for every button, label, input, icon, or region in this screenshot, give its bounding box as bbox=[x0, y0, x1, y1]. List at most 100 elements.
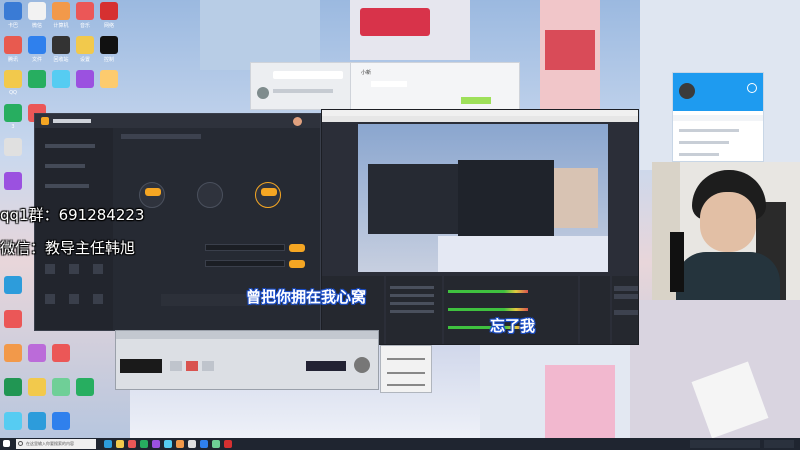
sidebar-grid-icon[interactable] bbox=[93, 294, 103, 304]
taskbar-app-icon[interactable] bbox=[152, 440, 160, 448]
qq-list-item[interactable] bbox=[679, 141, 729, 144]
desktop-shortcut-icon[interactable] bbox=[100, 70, 118, 88]
taskbar-search-box[interactable]: 在这里输入你要搜索的内容 bbox=[16, 439, 96, 449]
desktop-shortcut-icon[interactable] bbox=[4, 344, 22, 362]
popup-slider[interactable] bbox=[387, 358, 425, 360]
copy-key-button[interactable] bbox=[289, 260, 305, 268]
sidebar-item[interactable] bbox=[45, 144, 95, 148]
desktop-shortcut-icon[interactable] bbox=[76, 36, 94, 54]
audio-recorder-window[interactable] bbox=[115, 330, 379, 390]
desktop-shortcut-icon[interactable] bbox=[4, 310, 22, 328]
lyric-line-2: 忘了我 bbox=[490, 317, 536, 335]
desktop-shortcut-icon[interactable] bbox=[76, 2, 94, 20]
sidebar-grid-icon[interactable] bbox=[45, 264, 55, 274]
obs-preview-canvas[interactable] bbox=[358, 124, 608, 272]
obs-window[interactable] bbox=[321, 109, 639, 345]
source-list-item[interactable] bbox=[390, 286, 434, 289]
popup-slider[interactable] bbox=[387, 372, 425, 374]
qq-profile-avatar[interactable] bbox=[679, 83, 695, 99]
system-tray[interactable] bbox=[690, 440, 760, 448]
taskbar-app-icon[interactable] bbox=[164, 440, 172, 448]
copy-url-button[interactable] bbox=[289, 244, 305, 252]
desktop-shortcut-icon[interactable] bbox=[4, 138, 22, 156]
desktop-shortcut-icon[interactable] bbox=[28, 70, 46, 88]
taskbar-app-icon[interactable] bbox=[188, 440, 196, 448]
popup-slider[interactable] bbox=[387, 384, 425, 386]
taskbar-search-placeholder: 在这里输入你要搜索的内容 bbox=[26, 441, 74, 446]
chat-message-bubble-self bbox=[461, 97, 491, 104]
taskbar-app-icon[interactable] bbox=[176, 440, 184, 448]
qq-list-item[interactable] bbox=[679, 153, 719, 156]
source-list-item[interactable] bbox=[390, 310, 434, 313]
start-icon[interactable] bbox=[3, 440, 10, 447]
sidebar-item[interactable] bbox=[45, 164, 85, 168]
sidebar-grid-icon[interactable] bbox=[69, 264, 79, 274]
sidebar-grid-icon[interactable] bbox=[45, 294, 55, 304]
desktop-shortcut-icon[interactable] bbox=[4, 70, 22, 88]
desktop-shortcut-icon[interactable] bbox=[28, 36, 46, 54]
source-list-item[interactable] bbox=[390, 294, 434, 297]
obs-transitions-dock[interactable] bbox=[580, 276, 610, 344]
taskbar-app-icon[interactable] bbox=[224, 440, 232, 448]
taskbar-clock[interactable] bbox=[764, 440, 794, 448]
desktop-shortcut-icon[interactable] bbox=[52, 344, 70, 362]
desktop-shortcut-label: 腾讯 bbox=[7, 57, 18, 63]
sidebar-grid-icon[interactable] bbox=[93, 264, 103, 274]
taskbar-app-icon[interactable] bbox=[212, 440, 220, 448]
chat-search-input[interactable] bbox=[273, 71, 343, 79]
desktop-shortcut-icon[interactable] bbox=[4, 104, 22, 122]
user-avatar[interactable] bbox=[293, 117, 302, 126]
taskbar-app-icon[interactable] bbox=[200, 440, 208, 448]
play-button[interactable] bbox=[170, 361, 182, 371]
desktop-shortcut-icon[interactable] bbox=[52, 412, 70, 430]
recorder-tabs[interactable] bbox=[116, 331, 378, 339]
source-list-item[interactable] bbox=[390, 302, 434, 305]
desktop-shortcut-icon[interactable] bbox=[52, 70, 70, 88]
desktop-shortcut-icon[interactable] bbox=[76, 70, 94, 88]
desktop-shortcut-icon[interactable] bbox=[100, 2, 118, 20]
search-icon bbox=[18, 441, 23, 446]
taskbar-app-icon[interactable] bbox=[116, 440, 124, 448]
desktop-shortcut-icon[interactable] bbox=[76, 378, 94, 396]
sidebar-item[interactable] bbox=[45, 184, 89, 188]
chat-contact-avatar[interactable] bbox=[257, 87, 269, 99]
desktop-shortcut-icon[interactable] bbox=[52, 2, 70, 20]
chat-contact-row[interactable] bbox=[273, 89, 333, 93]
desktop-shortcut-icon[interactable] bbox=[4, 378, 22, 396]
desktop-shortcut-icon[interactable] bbox=[28, 378, 46, 396]
desktop-shortcut-icon[interactable] bbox=[4, 36, 22, 54]
chat-contact-name: 小新 bbox=[361, 70, 372, 76]
desktop-shortcut-icon[interactable] bbox=[4, 2, 22, 20]
desktop-shortcut-icon[interactable] bbox=[52, 36, 70, 54]
taskbar-app-icon[interactable] bbox=[104, 440, 112, 448]
settings-button[interactable] bbox=[614, 310, 638, 315]
chat-window-right[interactable]: 小新 bbox=[350, 62, 520, 110]
server-url-field[interactable] bbox=[205, 244, 285, 251]
desktop-shortcut-icon[interactable] bbox=[100, 36, 118, 54]
sidebar-grid-icon[interactable] bbox=[69, 294, 79, 304]
settings-popup[interactable] bbox=[380, 345, 432, 393]
desktop-shortcut-icon[interactable] bbox=[28, 2, 46, 20]
stop-button[interactable] bbox=[202, 361, 214, 371]
qq-profile-panel[interactable] bbox=[672, 72, 764, 162]
taskbar-app-icon[interactable] bbox=[128, 440, 136, 448]
desktop-shortcut-icon[interactable] bbox=[4, 276, 22, 294]
desktop-shortcut-icon[interactable] bbox=[52, 378, 70, 396]
flow-start-button[interactable] bbox=[145, 188, 161, 196]
desktop-shortcut-icon[interactable] bbox=[4, 172, 22, 190]
desktop-shortcut-icon[interactable] bbox=[4, 412, 22, 430]
desktop-shortcut-icon[interactable] bbox=[28, 412, 46, 430]
content-tabs[interactable] bbox=[121, 134, 201, 139]
flow-step-button[interactable] bbox=[261, 188, 277, 196]
desktop-shortcut-icon[interactable] bbox=[28, 344, 46, 362]
flow-node[interactable] bbox=[197, 182, 223, 208]
volume-knob[interactable] bbox=[354, 357, 370, 373]
qq-list-item[interactable] bbox=[679, 129, 739, 132]
qq-tab-bar[interactable] bbox=[673, 115, 763, 121]
start-recording-button[interactable] bbox=[614, 294, 638, 299]
stream-key-field[interactable] bbox=[205, 260, 285, 267]
taskbar-app-icon[interactable] bbox=[140, 440, 148, 448]
record-button[interactable] bbox=[186, 361, 198, 371]
start-streaming-button[interactable] bbox=[614, 286, 638, 291]
desktop-shortcut-label: 文件 bbox=[31, 57, 42, 63]
